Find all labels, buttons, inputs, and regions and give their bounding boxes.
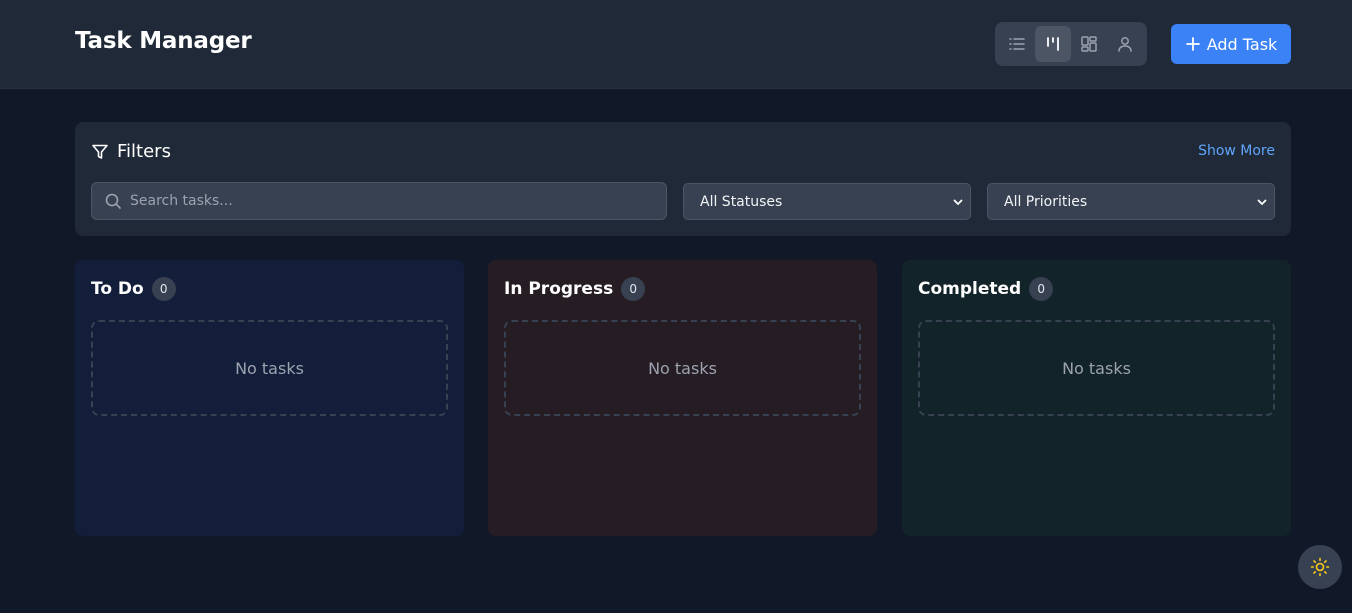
view-switcher <box>995 22 1147 66</box>
empty-dropzone[interactable]: No tasks <box>91 320 448 416</box>
search-field[interactable] <box>91 182 667 220</box>
task-count-badge: 0 <box>151 277 176 301</box>
column-title: To Do <box>91 279 144 299</box>
view-user-button[interactable] <box>1107 26 1143 62</box>
column-todo: To Do 0 No tasks <box>75 260 464 536</box>
filters-title: Filters <box>117 141 171 162</box>
filters-heading: Filters <box>91 141 171 162</box>
search-icon <box>105 193 121 209</box>
column-title: In Progress <box>504 279 614 299</box>
add-task-button[interactable]: Add Task <box>1171 24 1291 64</box>
priority-select-value: All Priorities <box>1004 193 1088 210</box>
search-input[interactable] <box>130 193 650 209</box>
priority-select[interactable]: All Priorities <box>987 183 1275 220</box>
filter-icon <box>92 144 108 159</box>
chevron-down-icon <box>953 199 963 205</box>
column-completed: Completed 0 No tasks <box>902 260 1291 536</box>
theme-toggle-button[interactable] <box>1298 545 1342 589</box>
status-select[interactable]: All Statuses <box>683 183 971 220</box>
kanban-icon <box>1047 37 1059 51</box>
view-list-button[interactable] <box>999 26 1035 62</box>
view-grid-button[interactable] <box>1071 26 1107 62</box>
list-icon <box>1009 38 1025 50</box>
show-more-link[interactable]: Show More <box>1198 143 1275 159</box>
empty-dropzone[interactable]: No tasks <box>504 320 861 416</box>
add-task-label: Add Task <box>1206 34 1278 54</box>
task-count-badge: 0 <box>1029 277 1054 301</box>
app-title: Task Manager <box>75 28 252 54</box>
chevron-down-icon <box>1257 199 1267 205</box>
grid-icon <box>1081 36 1097 52</box>
column-header: In Progress 0 <box>504 277 646 301</box>
task-count-badge: 0 <box>621 277 646 301</box>
app-header: Task Manager Add Task <box>0 0 1352 89</box>
column-in-progress: In Progress 0 No tasks <box>488 260 877 536</box>
column-header: To Do 0 <box>91 277 176 301</box>
user-icon <box>1118 37 1132 52</box>
status-select-value: All Statuses <box>700 193 783 210</box>
column-title: Completed <box>918 279 1022 299</box>
plus-icon <box>1185 37 1200 51</box>
view-kanban-button[interactable] <box>1035 26 1071 62</box>
sun-icon <box>1310 557 1330 577</box>
filters-panel: Filters Show More All Statuses All Prior… <box>75 122 1291 236</box>
empty-dropzone[interactable]: No tasks <box>918 320 1275 416</box>
column-header: Completed 0 <box>918 277 1054 301</box>
